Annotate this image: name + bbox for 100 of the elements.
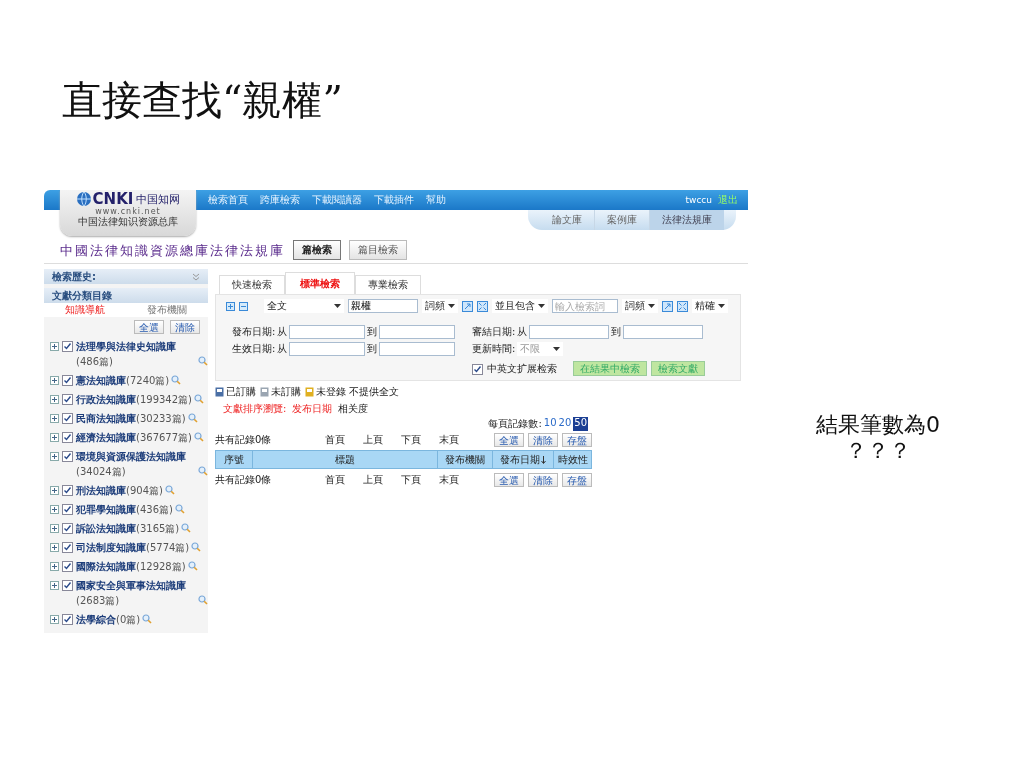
expand-icon[interactable]: [50, 505, 59, 514]
category-link[interactable]: 憲法知識庫(7240篇): [76, 373, 170, 388]
checkbox[interactable]: [62, 375, 73, 386]
add-row-icon[interactable]: [226, 301, 235, 311]
search-tab[interactable]: 專業檢索: [355, 275, 421, 294]
page-link[interactable]: 首頁: [325, 472, 345, 487]
category-link[interactable]: 犯罪學知識庫(436篇): [76, 502, 173, 517]
date-field[interactable]: [529, 325, 610, 339]
expand-icon[interactable]: [50, 395, 59, 404]
category-link[interactable]: 法學綜合(0篇): [76, 612, 141, 627]
sidebar-tab[interactable]: 知識導航: [44, 303, 126, 317]
record-count: 共有記錄0條: [215, 432, 273, 447]
expand-icon[interactable]: [50, 486, 59, 495]
action-button[interactable]: 存盤: [562, 472, 592, 487]
checkbox[interactable]: [62, 451, 73, 462]
checkbox[interactable]: [62, 394, 73, 405]
expand-icon[interactable]: [50, 342, 59, 351]
checkbox[interactable]: [62, 561, 73, 572]
category-link[interactable]: 民商法知識庫(30233篇): [76, 411, 186, 426]
arrow-box-icon[interactable]: [662, 300, 673, 312]
checkbox[interactable]: [62, 485, 73, 496]
category-link[interactable]: 國家安全與軍事法知識庫(2683篇): [76, 578, 196, 608]
database-tab[interactable]: 法律法規庫: [649, 210, 724, 230]
dropdown[interactable]: 詞頻: [422, 299, 458, 313]
action-button[interactable]: 清除: [528, 432, 558, 447]
checkbox[interactable]: [62, 504, 73, 515]
mode-tab[interactable]: 篇目檢索: [349, 240, 407, 260]
remove-row-icon[interactable]: [239, 301, 248, 311]
sort-option[interactable]: 发布日期: [292, 402, 333, 416]
logo[interactable]: CNKI 中国知网 www.cnki.net 中国法律知识资源总库: [60, 190, 196, 236]
page-link[interactable]: 末頁: [439, 432, 459, 447]
expand-icon[interactable]: [50, 615, 59, 624]
category-link[interactable]: 法理學與法律史知識庫(486篇): [76, 339, 196, 369]
nav-link[interactable]: 下載閱讀器: [312, 193, 362, 207]
checkbox[interactable]: [62, 614, 73, 625]
column-header[interactable]: 標題: [252, 451, 437, 468]
database-tab[interactable]: 論文庫: [540, 210, 594, 230]
arrow-box-icon[interactable]: [462, 300, 473, 312]
mode-tab[interactable]: 篇檢索: [293, 240, 341, 260]
checkbox[interactable]: [62, 341, 73, 352]
category-link[interactable]: 經濟法知識庫(367677篇): [76, 430, 192, 445]
action-button[interactable]: 存盤: [562, 432, 592, 447]
checkbox[interactable]: [472, 364, 483, 375]
search-term-field[interactable]: 親權: [348, 299, 418, 313]
field-label: 从: [277, 325, 288, 339]
category-link[interactable]: 國際法知識庫(12928篇): [76, 559, 186, 574]
page-link[interactable]: 上頁: [363, 432, 383, 447]
column-header[interactable]: 序號: [216, 451, 252, 468]
category-link[interactable]: 刑法知識庫(904篇): [76, 483, 163, 498]
action-button[interactable]: 全選: [494, 472, 524, 487]
expand-icon[interactable]: [50, 543, 59, 552]
four-arrows-icon[interactable]: [477, 300, 488, 312]
page-link[interactable]: 首頁: [325, 432, 345, 447]
expand-icon[interactable]: [50, 524, 59, 533]
expand-icon[interactable]: [50, 376, 59, 385]
category-link[interactable]: 司法制度知識庫(5774篇): [76, 540, 190, 555]
column-header[interactable]: 時效性: [553, 451, 591, 468]
column-header[interactable]: 發布機關: [437, 451, 492, 468]
date-field[interactable]: [623, 325, 704, 339]
search-term-field[interactable]: 輸入檢索詞: [552, 299, 618, 313]
page-link[interactable]: 上頁: [363, 472, 383, 487]
sort-option[interactable]: 相关度: [338, 402, 369, 416]
expand-icon[interactable]: [50, 562, 59, 571]
page-size-option[interactable]: 10: [543, 417, 557, 431]
checkbox[interactable]: [62, 542, 73, 553]
expand-icon[interactable]: [50, 452, 59, 461]
page-size-option[interactable]: 50: [573, 417, 588, 431]
field-label: 从: [277, 342, 288, 356]
date-field[interactable]: [289, 325, 366, 339]
search-tab[interactable]: 快速檢索: [219, 275, 285, 294]
action-button[interactable]: 清除: [528, 472, 558, 487]
expand-icon[interactable]: [50, 433, 59, 442]
checkbox[interactable]: [62, 413, 73, 424]
sidebar-tab[interactable]: 發布機關: [126, 303, 208, 317]
date-field[interactable]: [379, 342, 456, 356]
date-field[interactable]: [379, 325, 456, 339]
dropdown[interactable]: 精確: [692, 299, 728, 313]
checkbox[interactable]: [62, 432, 73, 443]
category-link[interactable]: 訴訟法知識庫(3165篇): [76, 521, 180, 536]
dropdown[interactable]: 全文: [264, 299, 344, 313]
search-tab[interactable]: 標準檢索: [285, 272, 355, 294]
history-header[interactable]: 檢索歷史:: [44, 269, 208, 284]
expand-icon[interactable]: [50, 581, 59, 590]
expand-icon[interactable]: [50, 414, 59, 423]
dropdown[interactable]: 詞頻: [622, 299, 658, 313]
four-arrows-icon[interactable]: [677, 300, 688, 312]
page-size-option[interactable]: 20: [558, 417, 572, 431]
sidebar-button[interactable]: 全選: [134, 320, 164, 334]
action-button[interactable]: 全選: [494, 432, 524, 447]
checkbox[interactable]: [62, 580, 73, 591]
category-link[interactable]: 環境與資源保護法知識庫(34024篇): [76, 449, 196, 479]
sidebar-button[interactable]: 清除: [170, 320, 200, 334]
column-header[interactable]: 發布日期: [492, 451, 553, 468]
date-field[interactable]: [289, 342, 366, 356]
checkbox[interactable]: [62, 523, 73, 534]
page-link[interactable]: 下頁: [401, 472, 421, 487]
page-link[interactable]: 末頁: [439, 472, 459, 487]
page-link[interactable]: 下頁: [401, 432, 421, 447]
category-link[interactable]: 行政法知識庫(199342篇): [76, 392, 192, 407]
dropdown[interactable]: 並且包含: [492, 299, 548, 313]
